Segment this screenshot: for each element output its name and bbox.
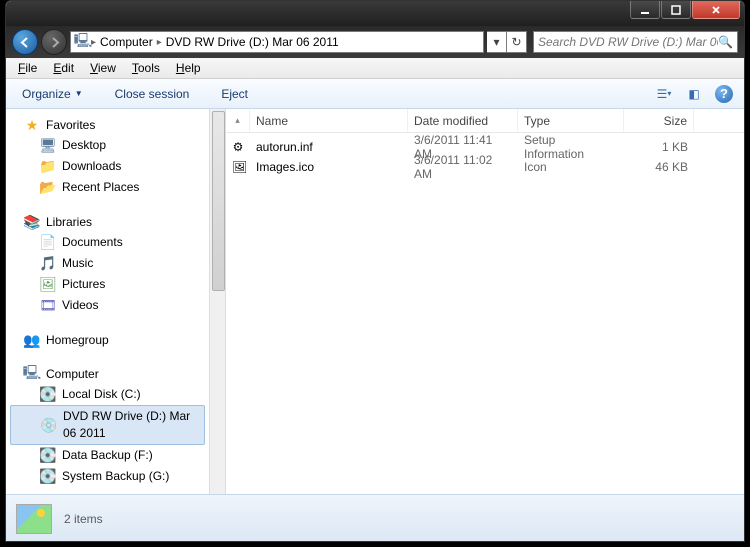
menu-tools[interactable]: Tools — [124, 59, 168, 77]
libraries-header[interactable]: 📚Libraries — [6, 212, 209, 232]
drive-icon: 💽 — [40, 448, 56, 464]
details-pane: 2 items — [6, 494, 744, 542]
back-button[interactable] — [12, 29, 38, 55]
column-date[interactable]: Date modified — [408, 109, 518, 132]
file-date: 3/6/2011 11:02 AM — [408, 153, 518, 181]
breadcrumb-segment[interactable]: DVD RW Drive (D:) Mar 06 2011 — [162, 35, 343, 49]
menu-help[interactable]: Help — [168, 59, 209, 77]
computer-icon: 🖳 — [24, 366, 40, 382]
desktop-icon: 🖥 — [40, 138, 56, 154]
file-type: Setup Information — [518, 133, 624, 161]
sidebar-item-data-backup[interactable]: 💽Data Backup (F:) — [6, 445, 209, 466]
sort-indicator[interactable]: ▴ — [226, 109, 250, 132]
address-bar[interactable]: 🖳 ▸ Computer ▸ DVD RW Drive (D:) Mar 06 … — [70, 31, 484, 53]
sidebar-item-pictures[interactable]: 🖼Pictures — [6, 274, 209, 295]
favorites-header[interactable]: ★Favorites — [6, 115, 209, 135]
documents-icon: 📄 — [40, 235, 56, 251]
file-size: 1 KB — [624, 140, 694, 154]
file-rows: ⚙ autorun.inf 3/6/2011 11:41 AM Setup In… — [226, 133, 744, 177]
search-box[interactable]: 🔍 — [533, 31, 738, 53]
menu-file[interactable]: File — [10, 59, 45, 77]
close-session-button[interactable]: Close session — [107, 84, 198, 104]
file-name: autorun.inf — [250, 140, 408, 154]
column-size[interactable]: Size — [624, 109, 694, 132]
search-icon: 🔍 — [718, 35, 733, 49]
minimize-button[interactable] — [630, 1, 660, 19]
file-name: Images.ico — [250, 160, 408, 174]
menu-edit[interactable]: Edit — [45, 59, 82, 77]
drive-icon: 💽 — [40, 469, 56, 485]
close-button[interactable] — [692, 1, 740, 19]
videos-icon: 🎞 — [40, 298, 56, 314]
scrollbar-thumb[interactable] — [212, 111, 225, 291]
titlebar — [6, 1, 744, 26]
thumbnail-icon — [16, 504, 52, 534]
address-dropdown-button[interactable]: ▾ — [487, 31, 507, 53]
nav-scrollbar[interactable] — [209, 109, 226, 494]
file-list-pane[interactable]: ▴ Name Date modified Type Size ⚙ autorun… — [226, 109, 744, 494]
breadcrumb-segment[interactable]: Computer — [96, 35, 157, 49]
maximize-button[interactable] — [661, 1, 691, 19]
search-input[interactable] — [538, 35, 718, 49]
menu-bar: File Edit View Tools Help — [6, 58, 744, 79]
recent-icon: 📂 — [40, 180, 56, 196]
navigation-pane[interactable]: ★Favorites 🖥Desktop 📁Downloads 📂Recent P… — [6, 109, 209, 494]
column-type[interactable]: Type — [518, 109, 624, 132]
file-row[interactable]: 🖼 Images.ico 3/6/2011 11:02 AM Icon 46 K… — [226, 157, 744, 177]
view-options-button[interactable]: ☰ ▾ — [652, 82, 676, 106]
homegroup-header[interactable]: 👥Homegroup — [6, 330, 209, 350]
help-icon: ? — [715, 85, 733, 103]
file-icon: ⚙ — [226, 140, 250, 154]
menu-view[interactable]: View — [82, 59, 124, 77]
drive-icon: 💽 — [40, 387, 56, 403]
file-size: 46 KB — [624, 160, 694, 174]
command-bar: Organize ▼ Close session Eject ☰ ▾ ◧ ? — [6, 79, 744, 109]
music-icon: 🎵 — [40, 256, 56, 272]
sidebar-item-local-disk[interactable]: 💽Local Disk (C:) — [6, 384, 209, 405]
sidebar-item-videos[interactable]: 🎞Videos — [6, 295, 209, 316]
sidebar-item-system-backup[interactable]: 💽System Backup (G:) — [6, 466, 209, 487]
refresh-button[interactable]: ↻ — [507, 31, 527, 53]
organize-button[interactable]: Organize ▼ — [14, 84, 91, 104]
forward-button[interactable] — [41, 29, 67, 55]
sidebar-item-recent[interactable]: 📂Recent Places — [6, 177, 209, 198]
sidebar-item-desktop[interactable]: 🖥Desktop — [6, 135, 209, 156]
item-count: 2 items — [64, 512, 103, 526]
pictures-icon: 🖼 — [40, 277, 56, 293]
dvd-icon: 💿 — [41, 417, 57, 433]
column-headers: ▴ Name Date modified Type Size — [226, 109, 744, 133]
computer-header[interactable]: 🖳Computer — [6, 364, 209, 384]
sidebar-item-downloads[interactable]: 📁Downloads — [6, 156, 209, 177]
preview-pane-button[interactable]: ◧ — [682, 82, 706, 106]
content-area: ★Favorites 🖥Desktop 📁Downloads 📂Recent P… — [6, 109, 744, 494]
file-icon: 🖼 — [226, 160, 250, 174]
help-button[interactable]: ? — [712, 82, 736, 106]
explorer-window: 🖳 ▸ Computer ▸ DVD RW Drive (D:) Mar 06 … — [5, 0, 745, 542]
star-icon: ★ — [24, 117, 40, 133]
sidebar-item-music[interactable]: 🎵Music — [6, 253, 209, 274]
computer-icon: 🖳 — [75, 34, 91, 50]
libraries-icon: 📚 — [24, 214, 40, 230]
homegroup-icon: 👥 — [24, 332, 40, 348]
navigation-bar: 🖳 ▸ Computer ▸ DVD RW Drive (D:) Mar 06 … — [6, 26, 744, 58]
sidebar-item-dvd-drive[interactable]: 💿DVD RW Drive (D:) Mar 06 2011 — [10, 405, 205, 445]
file-type: Icon — [518, 160, 624, 174]
column-name[interactable]: Name — [250, 109, 408, 132]
folder-icon: 📁 — [40, 159, 56, 175]
eject-button[interactable]: Eject — [213, 84, 256, 104]
sidebar-item-documents[interactable]: 📄Documents — [6, 232, 209, 253]
